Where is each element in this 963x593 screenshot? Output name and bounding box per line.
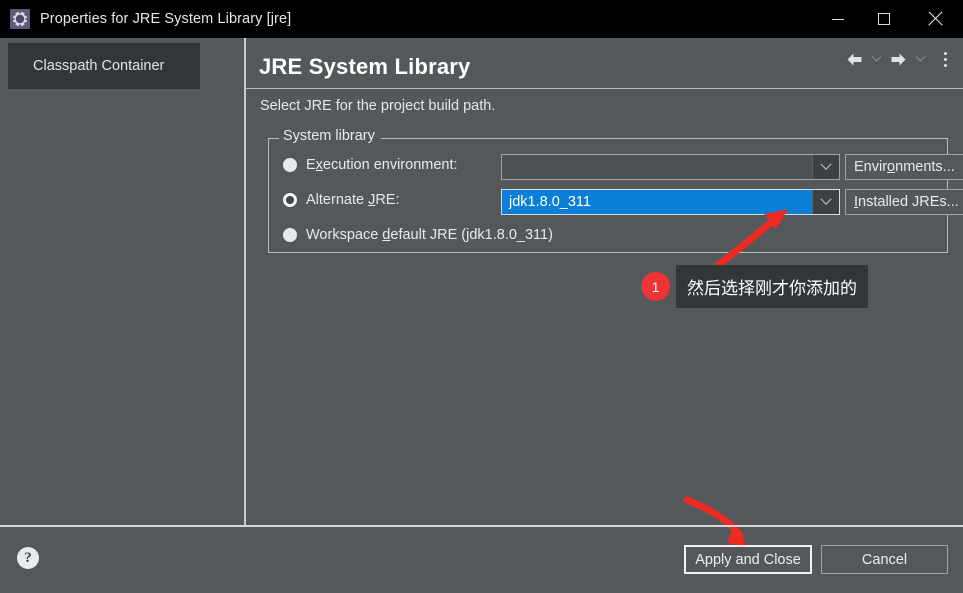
page-title: JRE System Library — [259, 54, 471, 79]
alternate-jre-value: jdk1.8.0_311 — [502, 190, 812, 214]
execution-environment-dropdown-button[interactable] — [812, 155, 839, 179]
annotation-callout: 然后选择刚才你添加的 — [676, 265, 868, 308]
gear-icon — [10, 9, 30, 29]
window-controls — [815, 0, 963, 38]
overflow-menu-button[interactable] — [935, 46, 955, 72]
chevron-down-icon — [820, 193, 832, 205]
radio-workspace-default-jre[interactable] — [283, 228, 297, 242]
annotation-step-badge: 1 — [641, 272, 670, 301]
forward-button[interactable] — [887, 46, 909, 72]
vertical-dots-icon — [943, 51, 947, 55]
arrow-right-icon — [891, 53, 905, 65]
group-legend: System library — [279, 128, 381, 144]
vertical-dots-icon — [943, 63, 947, 67]
sidebar-item-label: Classpath Container — [33, 58, 165, 74]
vertical-dots-icon — [943, 57, 947, 61]
chevron-down-icon — [915, 51, 925, 62]
minimize-button[interactable] — [815, 0, 861, 38]
chevron-down-icon — [871, 51, 881, 62]
forward-history-button[interactable] — [911, 46, 929, 72]
page-subtitle: Select JRE for the project build path. — [260, 98, 496, 114]
alternate-jre-dropdown-button[interactable] — [812, 190, 839, 214]
minimize-icon — [832, 18, 844, 20]
back-button[interactable] — [843, 46, 865, 72]
radio-execution-environment[interactable] — [283, 158, 297, 172]
close-button[interactable] — [907, 0, 963, 38]
apply-and-close-button[interactable]: Apply and Close — [684, 545, 812, 574]
alternate-jre-combo[interactable]: jdk1.8.0_311 — [501, 189, 840, 215]
row-workspace-default-jre: Workspace default JRE (jdk1.8.0_311) — [269, 227, 553, 243]
annotation-callout-text: 然后选择刚才你添加的 — [687, 279, 857, 299]
header-divider — [246, 88, 963, 90]
window-title: Properties for JRE System Library [jre] — [40, 11, 292, 27]
title-bar: Properties for JRE System Library [jre] — [0, 0, 963, 38]
system-library-group: System library Execution environment: En… — [268, 128, 963, 253]
environments-button[interactable]: Envir o nments... — [845, 154, 963, 180]
radio-alternate-jre[interactable] — [283, 193, 297, 207]
footer: ? Apply and Close Cancel — [0, 527, 963, 593]
label-workspace-default-jre: Workspace default JRE (jdk1.8.0_311) — [306, 227, 553, 243]
maximize-button[interactable] — [861, 0, 907, 38]
cancel-button[interactable]: Cancel — [821, 545, 948, 574]
execution-environment-combo[interactable] — [501, 154, 840, 180]
properties-dialog: Properties for JRE System Library [jre] … — [0, 0, 963, 593]
maximize-icon — [878, 13, 890, 25]
close-icon — [927, 11, 943, 27]
help-icon[interactable]: ? — [17, 547, 39, 569]
execution-environment-value — [502, 155, 812, 179]
arrow-left-icon — [847, 53, 861, 65]
chevron-down-icon — [820, 158, 832, 170]
sidebar-item-classpath-container[interactable]: Classpath Container — [8, 43, 200, 89]
sidebar: Classpath Container — [0, 38, 244, 525]
installed-jres-button[interactable]: Installed JREs... — [845, 189, 963, 215]
row-execution-environment: Execution environment: — [269, 157, 458, 173]
back-history-button[interactable] — [867, 46, 885, 72]
row-alternate-jre: Alternate JRE: — [269, 192, 400, 208]
label-alternate-jre: Alternate JRE: — [306, 192, 400, 208]
navigation-toolbar — [843, 46, 955, 72]
label-execution-environment: Execution environment: — [306, 157, 458, 173]
